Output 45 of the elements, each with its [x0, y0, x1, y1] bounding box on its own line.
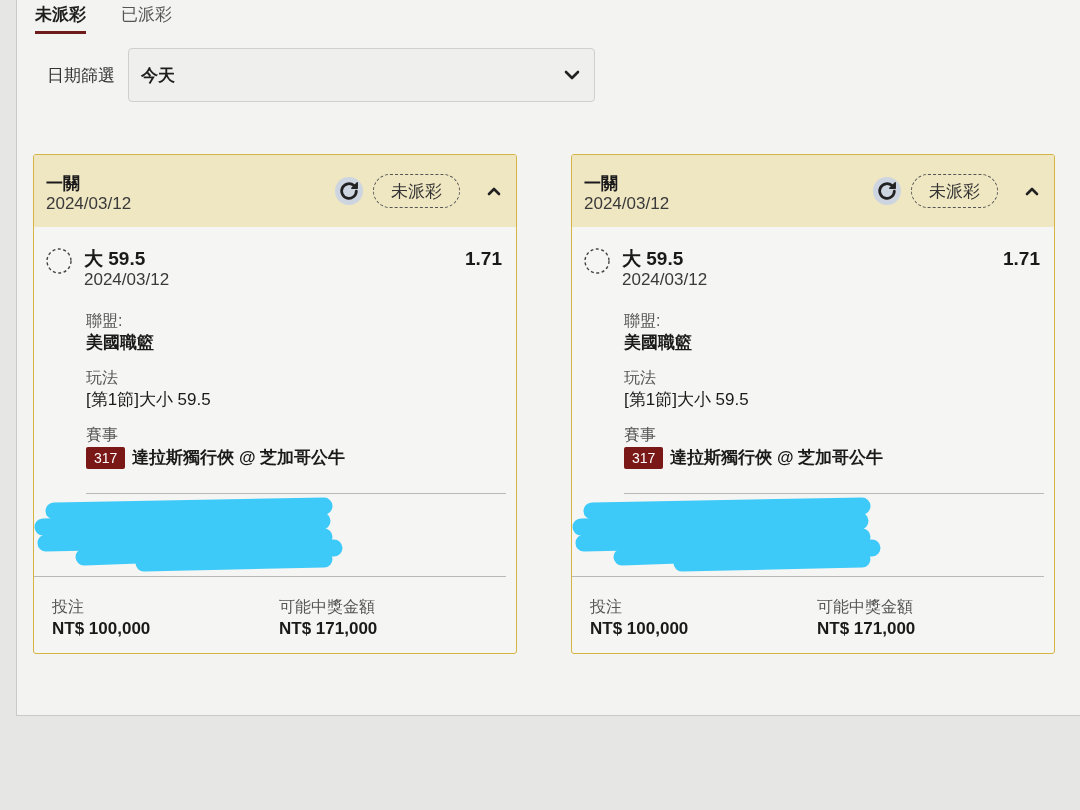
selection-name: 大 59.5	[84, 248, 147, 270]
bet-date: 2024/03/12	[46, 193, 132, 214]
dashed-circle-icon	[46, 248, 72, 274]
detail-label: 聯盟:	[624, 311, 661, 331]
selection-date: 2024/03/12	[84, 270, 171, 290]
detail-value: [第1節]大小 59.5	[86, 389, 211, 411]
tab[interactable]: 未派彩	[35, 5, 86, 34]
odds-value: 1.71	[1003, 248, 1040, 270]
chevron-up-icon	[1025, 186, 1039, 196]
date-filter-label: 日期篩選	[47, 64, 115, 87]
payout-label: 可能中獎金額	[817, 597, 913, 617]
game-number-tag: 317	[86, 447, 126, 469]
stake-label: 投注	[590, 597, 622, 617]
detail-value: 美國職籃	[624, 332, 692, 354]
bet-type-title: 一關	[584, 172, 619, 194]
game-number-tag: 317	[624, 447, 664, 469]
tab[interactable]: 已派彩	[121, 5, 172, 34]
chevron-up-icon	[487, 186, 501, 196]
odds-value: 1.71	[465, 248, 502, 270]
refresh-icon	[876, 180, 898, 202]
date-select[interactable]: 今天	[128, 48, 595, 102]
refresh-button[interactable]	[335, 177, 363, 205]
detail-label: 賽事	[624, 425, 656, 445]
bet-date: 2024/03/12	[584, 193, 670, 214]
detail-label: 玩法	[86, 368, 118, 388]
refresh-icon	[338, 180, 360, 202]
stake-value: NT$ 100,000	[590, 618, 689, 640]
bet-type-title: 一關	[46, 172, 81, 194]
stake-label: 投注	[52, 597, 84, 617]
detail-value: 達拉斯獨行俠 @ 芝加哥公牛	[670, 447, 884, 469]
selection-date: 2024/03/12	[622, 270, 709, 290]
stake-value: NT$ 100,000	[52, 618, 151, 640]
detail-label: 聯盟:	[86, 311, 123, 331]
dashed-circle-icon	[584, 248, 610, 274]
detail-value: 美國職籃	[86, 332, 154, 354]
detail-label: 賽事	[86, 425, 118, 445]
chevron-down-icon	[564, 70, 580, 80]
payout-label: 可能中獎金額	[279, 597, 375, 617]
detail-value: [第1節]大小 59.5	[624, 389, 749, 411]
refresh-button[interactable]	[873, 177, 901, 205]
detail-value: 達拉斯獨行俠 @ 芝加哥公牛	[132, 447, 346, 469]
detail-label: 玩法	[624, 368, 656, 388]
payout-value: NT$ 171,000	[279, 618, 378, 640]
payout-value: NT$ 171,000	[817, 618, 916, 640]
selection-name: 大 59.5	[622, 248, 685, 270]
